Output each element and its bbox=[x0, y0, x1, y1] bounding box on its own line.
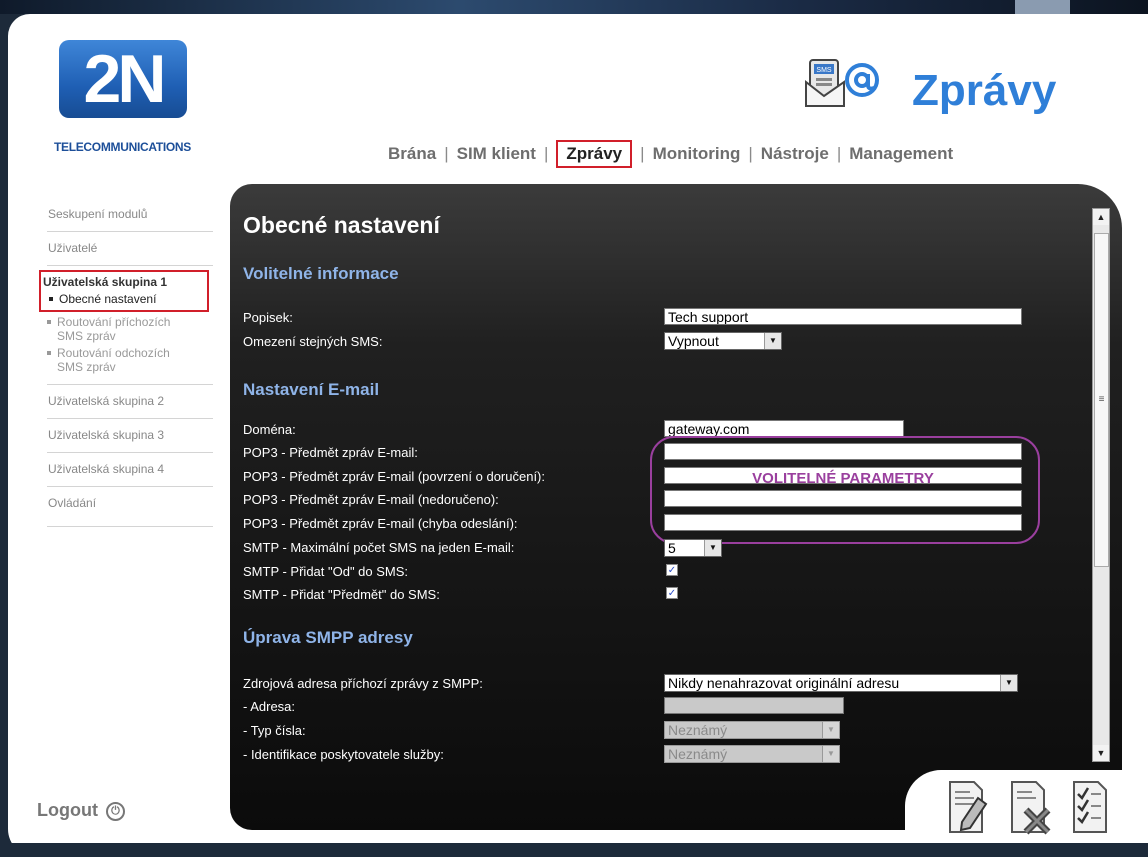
zdroj-adresa-select[interactable]: Nikdy nenahrazovat originální adresu ▼ bbox=[664, 674, 1018, 692]
optional-params-highlight bbox=[650, 436, 1040, 544]
sidebar: Seskupení modulů Uživatelé Uživatelská s… bbox=[39, 198, 213, 527]
page-title: Obecné nastavení bbox=[243, 212, 440, 238]
label-zdroj-adresa: Zdrojová adresa příchozí zprávy z SMPP: bbox=[243, 676, 483, 691]
label-pop3-potvrzeni: POP3 - Předmět zpráv E-mail (povrzení o … bbox=[243, 469, 546, 484]
smtp-max-select[interactable]: 5 ▼ bbox=[664, 539, 722, 557]
sidebar-subitem-label: Routování příchozích SMS zpráv bbox=[57, 315, 171, 343]
label-smtp-max: SMTP - Maximální počet SMS na jeden E-ma… bbox=[243, 540, 515, 555]
sidebar-group-uzivatelska-skupina-1: Uživatelská skupina 1 Obecné nastavení bbox=[39, 270, 209, 312]
identifikace-select-value: Neznámý bbox=[668, 746, 728, 762]
sidebar-subitem-label: Obecné nastavení bbox=[59, 292, 157, 306]
nav-management[interactable]: Management bbox=[841, 144, 961, 164]
app-title: Zprávy bbox=[912, 66, 1057, 115]
window-top-band bbox=[0, 0, 1148, 14]
logo-main-text: 2N bbox=[83, 41, 167, 117]
typ-cisla-select: Neznámý ▼ bbox=[664, 721, 840, 739]
power-icon: ⏻ bbox=[105, 801, 125, 821]
scroll-up-icon[interactable]: ▲ bbox=[1093, 209, 1109, 225]
label-domena: Doména: bbox=[243, 422, 296, 437]
sidebar-item-uzivatelska-skupina-2[interactable]: Uživatelská skupina 2 bbox=[47, 385, 213, 419]
edit-document-icon[interactable] bbox=[946, 778, 990, 836]
window-bottom-band bbox=[0, 843, 1148, 857]
scroll-thumb[interactable]: ≡ bbox=[1094, 233, 1109, 567]
label-pop3-nedoruceno: POP3 - Předmět zpráv E-mail (nedoručeno)… bbox=[243, 492, 499, 507]
chevron-down-icon: ▼ bbox=[764, 333, 781, 349]
section-volitelne-informace: Volitelné informace bbox=[243, 264, 399, 283]
section-uprava-smpp: Úprava SMPP adresy bbox=[243, 628, 413, 647]
logo-2n: 2N TELECOMMUNICATIONS bbox=[45, 40, 195, 160]
section-nastaveni-email: Nastavení E-mail bbox=[243, 380, 380, 399]
sidebar-subitem-routovani-prichozich[interactable]: Routování příchozích SMS zpráv bbox=[47, 312, 213, 343]
bullet-icon bbox=[47, 351, 51, 355]
nav-brana[interactable]: Brána bbox=[380, 144, 444, 164]
label-typ-cisla: - Typ čísla: bbox=[243, 723, 306, 738]
top-navigation: Brána | SIM klient | Zprávy | Monitoring… bbox=[380, 140, 961, 168]
main-panel: ▲ ≡ ▼ Obecné nastavení Volitelné informa… bbox=[230, 184, 1122, 830]
label-omezeni: Omezení stejných SMS: bbox=[243, 334, 383, 349]
sidebar-item-uzivatelska-skupina-4[interactable]: Uživatelská skupina 4 bbox=[47, 453, 213, 487]
label-adresa: - Adresa: bbox=[243, 699, 296, 714]
sidebar-item-uzivatele[interactable]: Uživatelé bbox=[47, 232, 213, 266]
nav-sim-klient[interactable]: SIM klient bbox=[449, 144, 544, 164]
logout-label: Logout bbox=[37, 800, 98, 820]
top-band-highlight bbox=[1015, 0, 1070, 14]
chevron-down-icon: ▼ bbox=[704, 540, 721, 556]
sidebar-subitem-obecne-nastaveni[interactable]: Obecné nastavení bbox=[43, 289, 203, 306]
svg-text:SMS: SMS bbox=[816, 67, 832, 74]
sidebar-item-uzivatelska-skupina-3[interactable]: Uživatelská skupina 3 bbox=[47, 419, 213, 453]
adresa-input bbox=[664, 697, 844, 714]
chevron-down-icon: ▼ bbox=[822, 722, 839, 738]
label-pop3-chyba: POP3 - Předmět zpráv E-mail (chyba odesl… bbox=[243, 516, 518, 531]
logout-button[interactable]: Logout ⏻ bbox=[37, 800, 125, 821]
domena-input[interactable]: gateway.com bbox=[664, 420, 904, 437]
bullet-icon bbox=[49, 297, 53, 301]
label-pop3-predmet: POP3 - Předmět zpráv E-mail: bbox=[243, 445, 418, 460]
optional-params-note: VOLITELNÉ PARAMETRY bbox=[752, 470, 934, 487]
nav-zpravy[interactable]: Zprávy bbox=[556, 140, 633, 168]
zdroj-adresa-select-value: Nikdy nenahrazovat originální adresu bbox=[668, 675, 900, 691]
sidebar-subitem-label: Routování odchozích SMS zpráv bbox=[57, 346, 170, 374]
delete-document-icon[interactable] bbox=[1008, 778, 1052, 836]
sidebar-group-header[interactable]: Uživatelská skupina 1 bbox=[43, 275, 203, 289]
sidebar-item-seskupeni[interactable]: Seskupení modulů bbox=[47, 198, 213, 232]
bullet-icon bbox=[47, 320, 51, 324]
sms-email-icon: SMS bbox=[800, 52, 880, 112]
popisek-input[interactable]: Tech support bbox=[664, 308, 1022, 325]
sidebar-item-ovladani[interactable]: Ovládání bbox=[47, 487, 213, 527]
omezeni-select[interactable]: Vypnout ▼ bbox=[664, 332, 782, 350]
smtp-predmet-checkbox[interactable]: ✓ bbox=[666, 587, 678, 599]
chevron-down-icon: ▼ bbox=[1000, 675, 1017, 691]
vertical-scrollbar[interactable]: ▲ ≡ ▼ bbox=[1092, 208, 1110, 762]
typ-cisla-select-value: Neznámý bbox=[668, 722, 728, 738]
label-smtp-predmet: SMTP - Přidat "Předmět" do SMS: bbox=[243, 587, 440, 602]
chevron-down-icon: ▼ bbox=[822, 746, 839, 762]
logo-subtitle: TELECOMMUNICATIONS bbox=[53, 140, 192, 154]
label-smtp-od: SMTP - Přidat "Od" do SMS: bbox=[243, 564, 409, 579]
scroll-down-icon[interactable]: ▼ bbox=[1093, 745, 1109, 761]
label-popisek: Popisek: bbox=[243, 310, 293, 325]
smtp-max-select-value: 5 bbox=[668, 540, 676, 556]
omezeni-select-value: Vypnout bbox=[668, 333, 719, 349]
sidebar-subitem-routovani-odchozich[interactable]: Routování odchozích SMS zpráv bbox=[47, 343, 213, 385]
checklist-icon[interactable] bbox=[1070, 778, 1114, 836]
nav-monitoring[interactable]: Monitoring bbox=[645, 144, 749, 164]
identifikace-select: Neznámý ▼ bbox=[664, 745, 840, 763]
nav-separator: | bbox=[543, 144, 549, 163]
nav-nastroje[interactable]: Nástroje bbox=[753, 144, 837, 164]
smtp-od-checkbox[interactable]: ✓ bbox=[666, 564, 678, 576]
label-identifikace: - Identifikace poskytovatele služby: bbox=[243, 747, 444, 762]
